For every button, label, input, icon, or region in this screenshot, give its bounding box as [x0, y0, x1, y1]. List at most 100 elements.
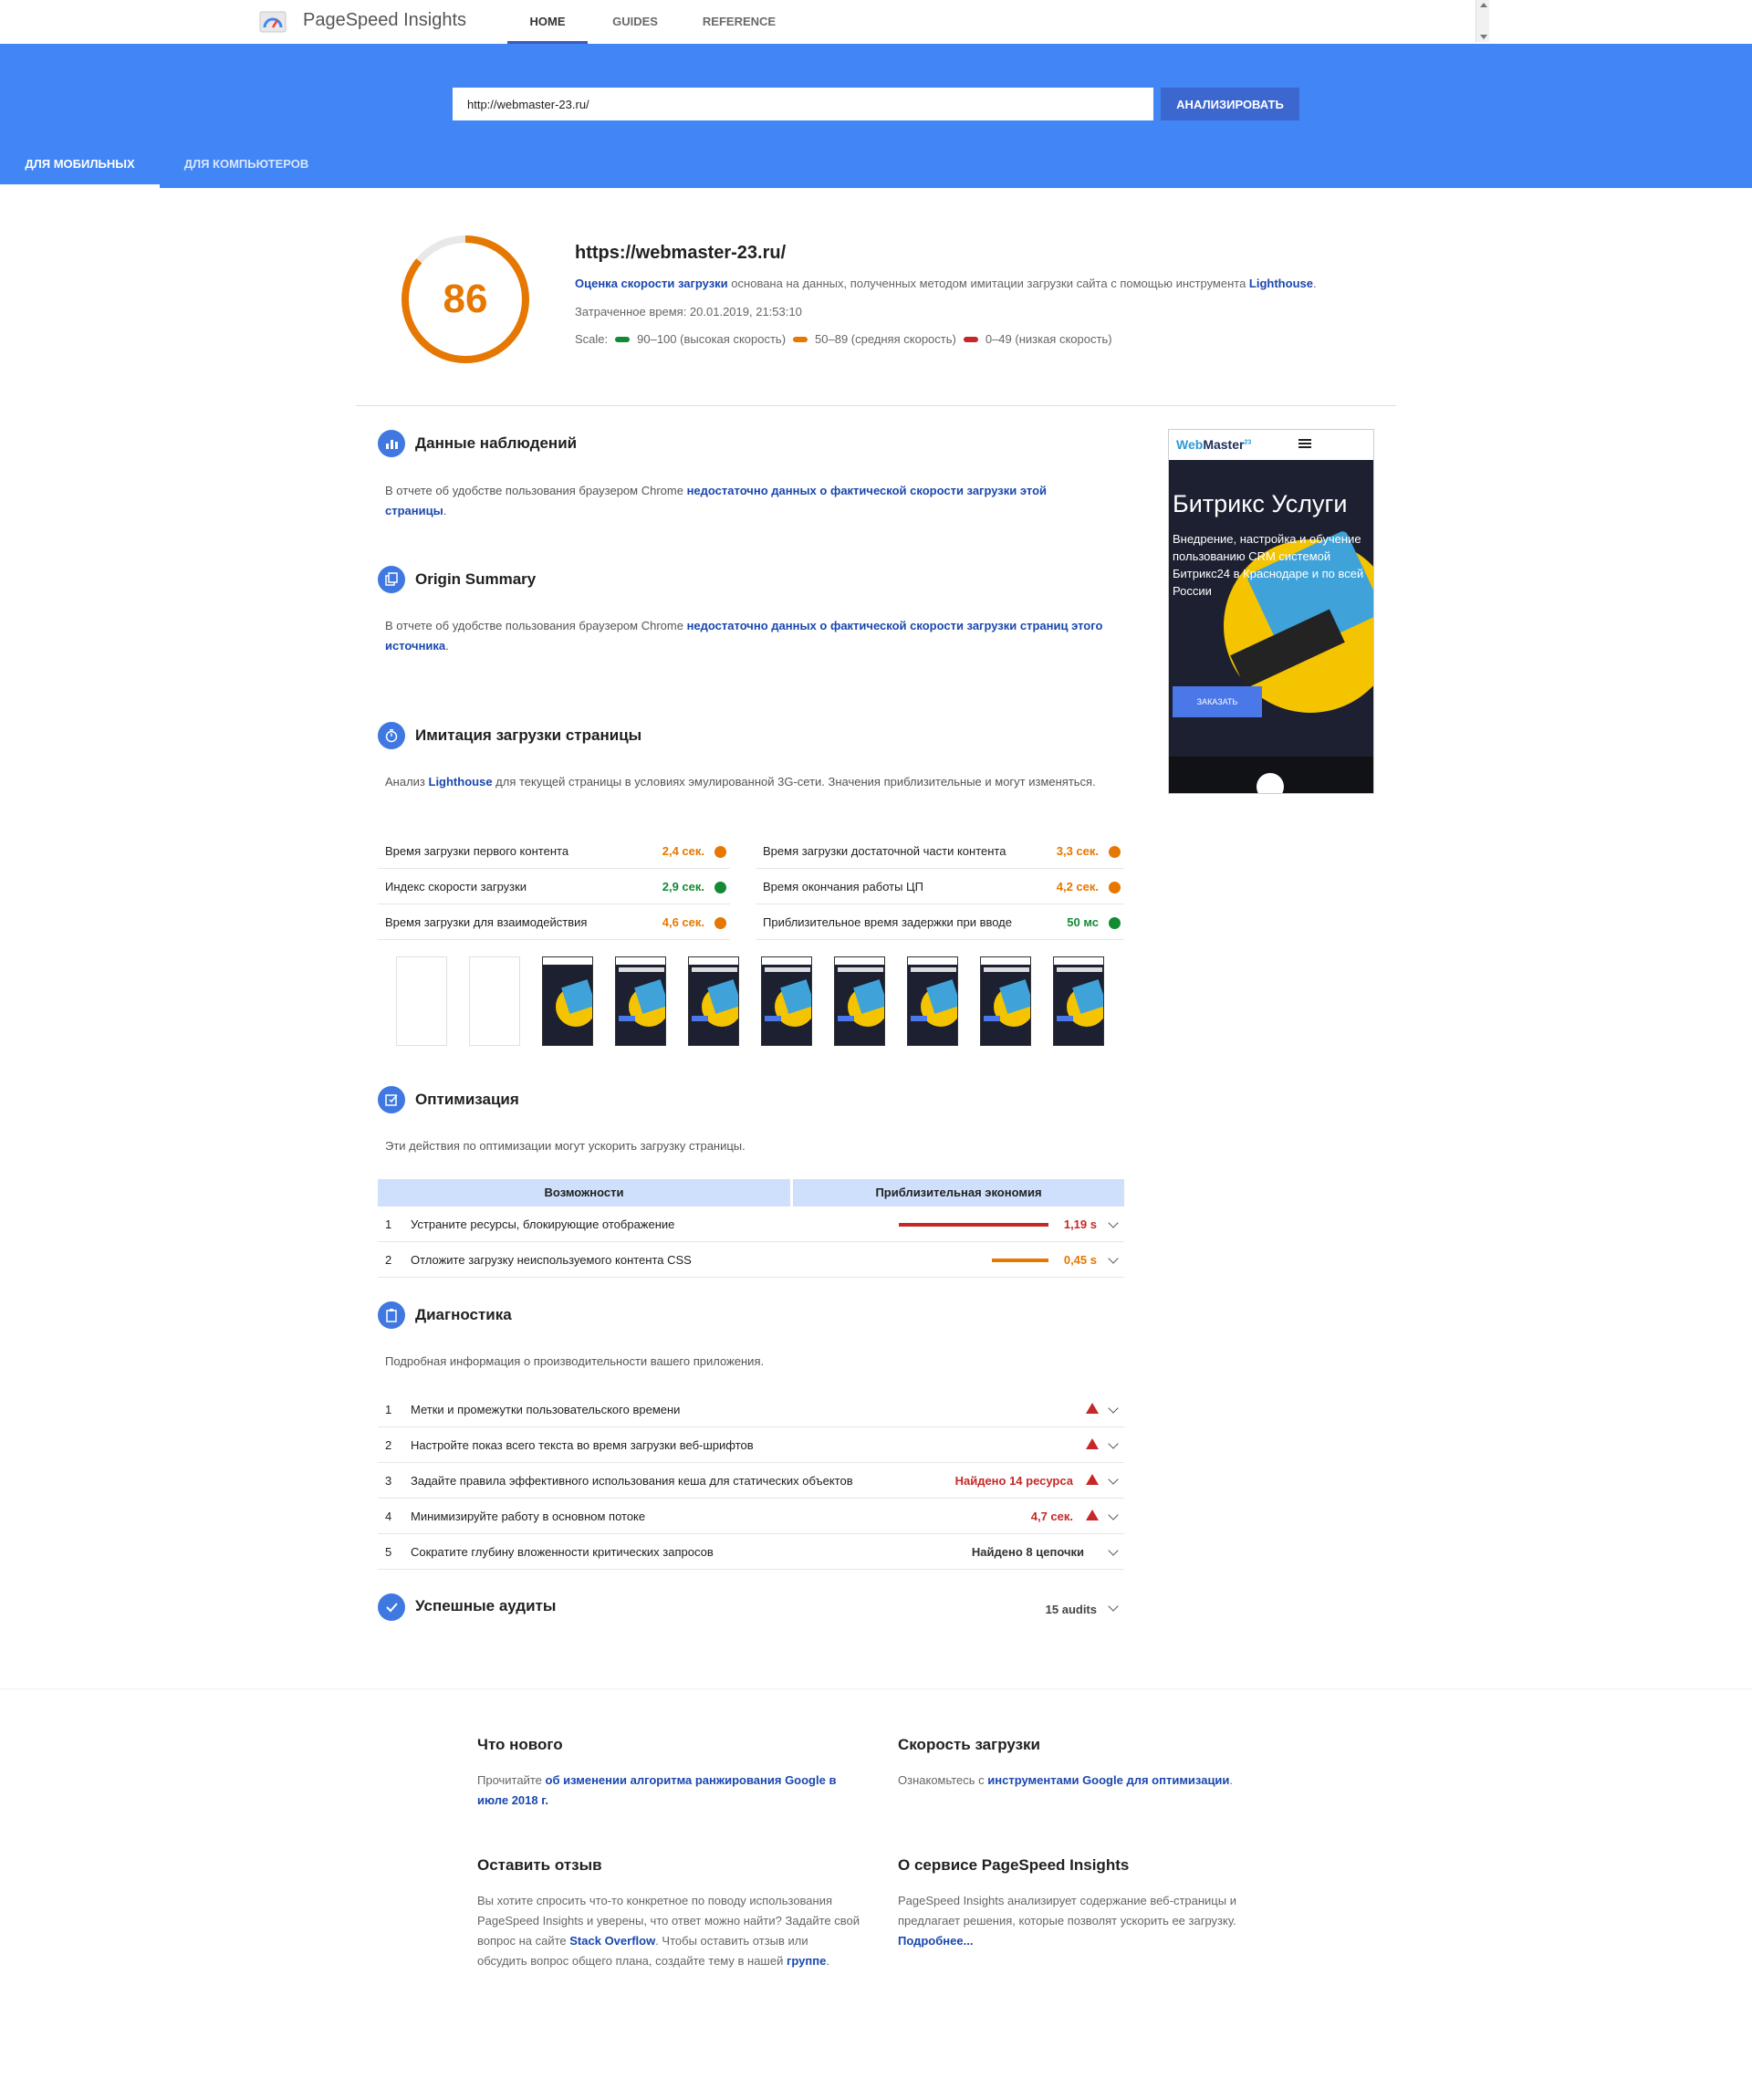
footer-news-text-start: Прочитайте [477, 1773, 546, 1787]
warning-icon [1086, 1438, 1099, 1449]
filmstrip-frame [615, 956, 666, 1046]
row-value: Найдено 14 ресурса [954, 1474, 1073, 1488]
stack-overflow-link[interactable]: Stack Overflow [569, 1934, 655, 1948]
filmstrip-frame [980, 956, 1031, 1046]
chevron-down-icon[interactable] [1108, 1601, 1119, 1612]
footer-speed-text-end: . [1229, 1773, 1234, 1787]
filmstrip-frame [542, 956, 593, 1046]
average-scale-icon [793, 336, 808, 342]
opportunity-row[interactable]: 1 Устраните ресурсы, блокирующие отображ… [378, 1207, 1124, 1242]
savings-bar [992, 1259, 1048, 1262]
chevron-down-icon[interactable] [1108, 1217, 1119, 1228]
opportunities-column-header: Возможности [378, 1179, 790, 1207]
row-number: 1 [385, 1217, 392, 1231]
chevron-down-icon[interactable] [1108, 1403, 1119, 1414]
field-data-icon [378, 430, 405, 457]
average-status-icon [714, 846, 726, 858]
app-title[interactable]: PageSpeed Insights [303, 10, 466, 31]
metric-first-cpu-idle: Время окончания работы ЦП 4,2 сек. [756, 870, 1124, 904]
chevron-down-icon[interactable] [1108, 1253, 1119, 1264]
origin-summary-text: В отчете об удобстве пользования браузер… [385, 616, 1115, 656]
footer-speed-text-start: Ознакомьтесь с [898, 1773, 988, 1787]
slow-scale-icon [963, 336, 978, 342]
opportunity-row[interactable]: 2 Отложите загрузку неиспользуемого конт… [378, 1242, 1124, 1278]
passed-audits-title[interactable]: Успешные аудиты [415, 1597, 556, 1615]
url-input[interactable] [453, 88, 1153, 120]
row-label: Сократите глубину вложенности критически… [411, 1545, 714, 1559]
chevron-down-icon[interactable] [1108, 1545, 1119, 1556]
row-label: Отложите загрузку неиспользуемого контен… [411, 1253, 692, 1267]
nav-tab-reference[interactable]: REFERENCE [694, 0, 785, 44]
scale-average-label: 50–89 (средняя скорость) [815, 332, 956, 346]
pagespeed-logo-icon[interactable] [259, 9, 287, 33]
chevron-down-icon[interactable] [1108, 1474, 1119, 1485]
savings-bar [899, 1223, 1048, 1227]
score-help-link[interactable]: Оценка скорости загрузки [575, 277, 728, 290]
analyze-button[interactable]: АНАЛИЗИРОВАТЬ [1161, 88, 1299, 120]
scale-fast-label: 90–100 (высокая скорость) [637, 332, 787, 346]
check-circle-icon [378, 1593, 405, 1621]
metric-speed-index: Индекс скорости загрузки 2,9 сек. [378, 870, 730, 904]
row-value: Найдено 8 цепочки [971, 1545, 1084, 1559]
footer-about-text-start: PageSpeed Insights анализирует содержани… [898, 1894, 1236, 1928]
origin-summary-title: Origin Summary [415, 570, 537, 588]
row-value: 4,7 сек. [1030, 1510, 1073, 1523]
scroll-down-arrow-icon[interactable] [1480, 35, 1487, 39]
metric-time-to-interactive: Время загрузки для взаимодействия 4,6 се… [378, 905, 730, 940]
scroll-up-arrow-icon[interactable] [1480, 3, 1487, 7]
average-status-icon [1109, 846, 1121, 858]
stopwatch-icon [378, 722, 405, 749]
metric-label: Индекс скорости загрузки [385, 880, 527, 893]
origin-summary-text-start: В отчете об удобстве пользования браузер… [385, 619, 687, 632]
site-headline: Битрикс Услуги [1173, 490, 1348, 517]
performance-score: 86 [443, 277, 488, 321]
diagnostic-row[interactable]: 3 Задайте правила эффективного использов… [378, 1463, 1124, 1499]
top-navbar: PageSpeed Insights HOME GUIDES REFERENCE [0, 0, 1489, 44]
group-link[interactable]: группе [787, 1954, 826, 1968]
metric-value: 4,2 сек. [1056, 880, 1099, 893]
nav-tab-home[interactable]: HOME [507, 0, 588, 44]
tab-desktop[interactable]: ДЛЯ КОМПЬЮТЕРОВ [164, 146, 328, 188]
metric-input-latency: Приблизительное время задержки при вводе… [756, 905, 1124, 940]
tab-mobile[interactable]: ДЛЯ МОБИЛЬНЫХ [0, 146, 160, 188]
footer-feedback-text: Вы хотите спросить что-то конкретное по … [477, 1891, 860, 1971]
filmstrip-frame [688, 956, 739, 1046]
diagnostics-text: Подробная информация о производительност… [385, 1354, 765, 1368]
footer-about-title: О сервисе PageSpeed Insights [898, 1856, 1130, 1874]
footer-news-text: Прочитайте об изменении алгоритма ранжир… [477, 1771, 860, 1811]
optimization-text: Эти действия по оптимизации могут ускори… [385, 1139, 746, 1153]
diagnostic-row[interactable]: 5 Сократите глубину вложенности критичес… [378, 1534, 1124, 1570]
filmstrip-frame [1053, 956, 1104, 1046]
chevron-down-icon[interactable] [1108, 1438, 1119, 1449]
learn-more-link[interactable]: Подробнее... [898, 1934, 973, 1948]
footer-speed-link[interactable]: инструментами Google для оптимизации [987, 1773, 1229, 1787]
metric-first-meaningful-paint: Время загрузки достаточной части контент… [756, 834, 1124, 869]
pass-check-icon [714, 882, 726, 893]
diagnostic-row[interactable]: 4 Минимизируйте работу в основном потоке… [378, 1499, 1124, 1534]
score-description-text: основана на данных, полученных методом и… [727, 277, 1249, 290]
metric-value: 4,6 сек. [662, 915, 704, 929]
nav-tab-guides[interactable]: GUIDES [602, 0, 668, 44]
scrollbar[interactable] [1476, 0, 1489, 42]
metric-value: 3,3 сек. [1056, 844, 1099, 858]
row-label: Минимизируйте работу в основном потоке [411, 1510, 646, 1523]
warning-icon [1086, 1474, 1099, 1485]
origin-summary-icon [378, 566, 405, 593]
analysis-time: Затраченное время: 20.01.2019, 21:53:10 [575, 305, 802, 319]
thumbs-up-icon [1257, 773, 1284, 793]
diagnostic-row[interactable]: 2 Настройте показ всего текста во время … [378, 1427, 1124, 1463]
average-status-icon [714, 917, 726, 929]
passed-audits-toggle[interactable]: 15 audits [1004, 1599, 1124, 1621]
row-number: 1 [385, 1403, 392, 1416]
row-label: Устраните ресурсы, блокирующие отображен… [411, 1217, 675, 1231]
lighthouse-link[interactable]: Lighthouse [1249, 277, 1313, 290]
chevron-down-icon[interactable] [1108, 1510, 1119, 1520]
field-data-text-start: В отчете об удобстве пользования браузер… [385, 484, 687, 497]
row-number: 4 [385, 1510, 392, 1523]
metric-value: 50 мс [1067, 915, 1099, 929]
warning-icon [1086, 1510, 1099, 1520]
lab-lighthouse-link[interactable]: Lighthouse [429, 775, 493, 789]
diagnostic-row[interactable]: 1 Метки и промежутки пользовательского в… [378, 1392, 1124, 1427]
metric-first-contentful-paint: Время загрузки первого контента 2,4 сек. [378, 834, 730, 869]
lab-data-text-start: Анализ [385, 775, 429, 789]
